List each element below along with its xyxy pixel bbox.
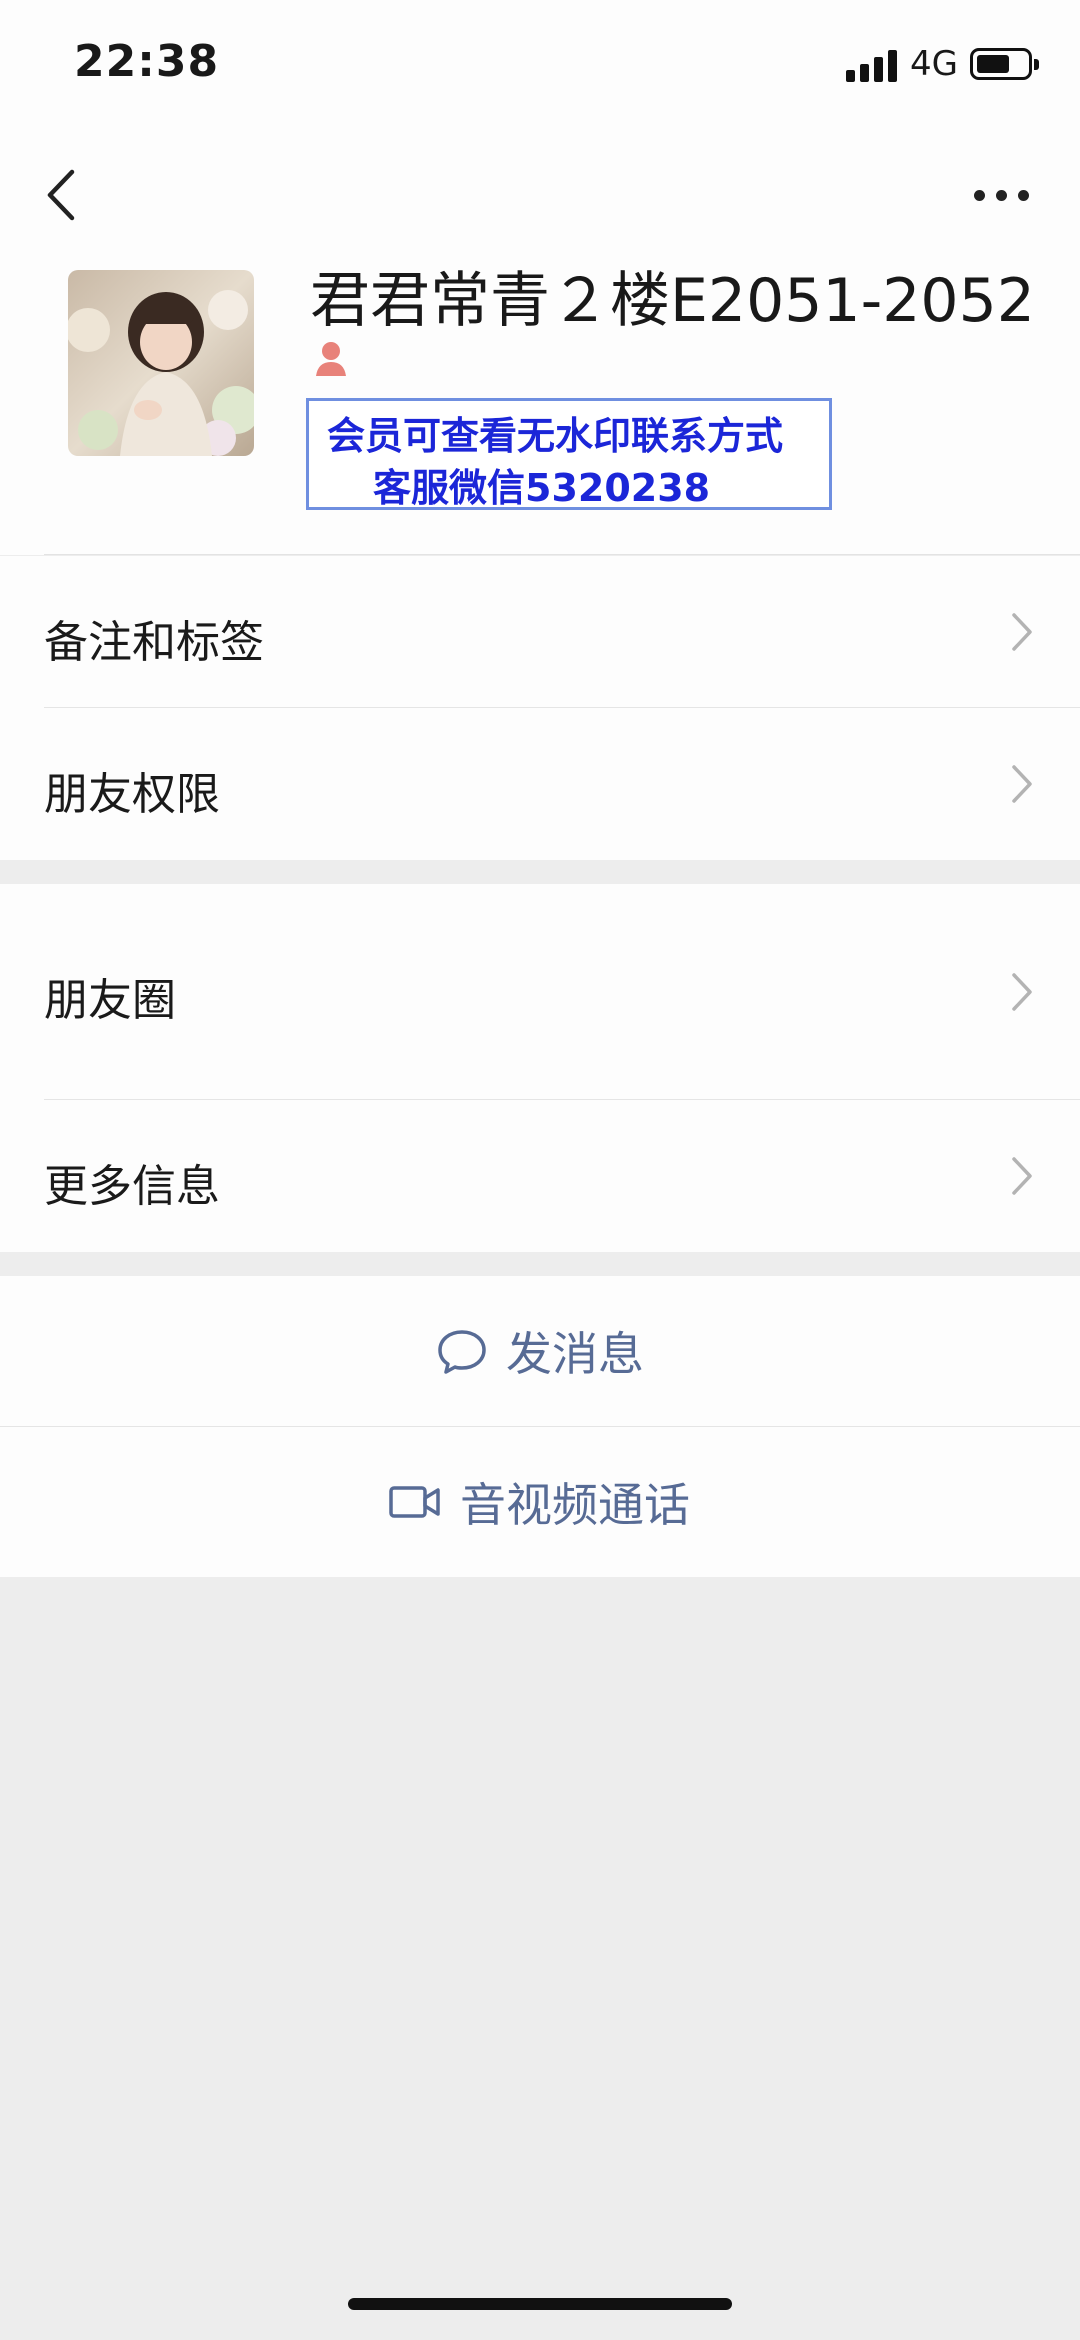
network-type: 4G xyxy=(910,44,958,84)
send-message-label: 发消息 xyxy=(506,1327,644,1381)
menu-friend-permissions[interactable]: 朋友权限 xyxy=(0,708,1080,860)
female-gender-icon xyxy=(310,338,352,380)
contact-name: 君君常青２楼E2051-2052 xyxy=(310,266,1035,336)
chevron-right-icon xyxy=(1012,1157,1032,1195)
watermark-line-2: 客服微信5320238 xyxy=(373,466,711,510)
chevron-right-icon xyxy=(1012,613,1032,651)
back-button[interactable] xyxy=(40,160,90,230)
video-call-button[interactable]: 音视频通话 xyxy=(0,1427,1080,1577)
battery-icon xyxy=(970,48,1039,80)
send-message-button[interactable]: 发消息 xyxy=(0,1276,1080,1426)
home-indicator[interactable] xyxy=(348,2298,732,2310)
video-camera-icon xyxy=(389,1486,440,1518)
watermark-line-1: 会员可查看无水印联系方式 xyxy=(327,414,784,458)
menu-more-info[interactable]: 更多信息 xyxy=(0,1100,1080,1252)
signal-icon xyxy=(846,48,900,82)
divider xyxy=(44,554,1080,555)
avatar-photo xyxy=(68,270,254,456)
video-call-label: 音视频通话 xyxy=(460,1478,690,1532)
menu-label: 更多信息 xyxy=(44,1161,220,1212)
menu-label: 备注和标签 xyxy=(44,617,264,668)
menu-label: 朋友权限 xyxy=(44,769,220,820)
status-bar: 22:38 4G xyxy=(0,0,1080,130)
chevron-right-icon xyxy=(1012,973,1032,1011)
status-time: 22:38 xyxy=(74,36,220,87)
menu-remarks-tags[interactable]: 备注和标签 xyxy=(0,556,1080,708)
more-options-button[interactable] xyxy=(966,180,1036,210)
watermark-banner: 会员可查看无水印联系方式 客服微信5320238 xyxy=(306,398,832,510)
menu-label: 朋友圈 xyxy=(44,975,176,1026)
avatar[interactable] xyxy=(68,270,254,456)
profile-header: 君君常青２楼E2051-2052 会员可查看无水印联系方式 客服微信532023… xyxy=(0,130,1080,555)
chevron-left-icon xyxy=(47,169,75,221)
menu-moments[interactable]: 朋友圈 xyxy=(0,884,1080,1100)
chat-bubble-icon xyxy=(438,1330,486,1374)
chevron-right-icon xyxy=(1012,765,1032,803)
